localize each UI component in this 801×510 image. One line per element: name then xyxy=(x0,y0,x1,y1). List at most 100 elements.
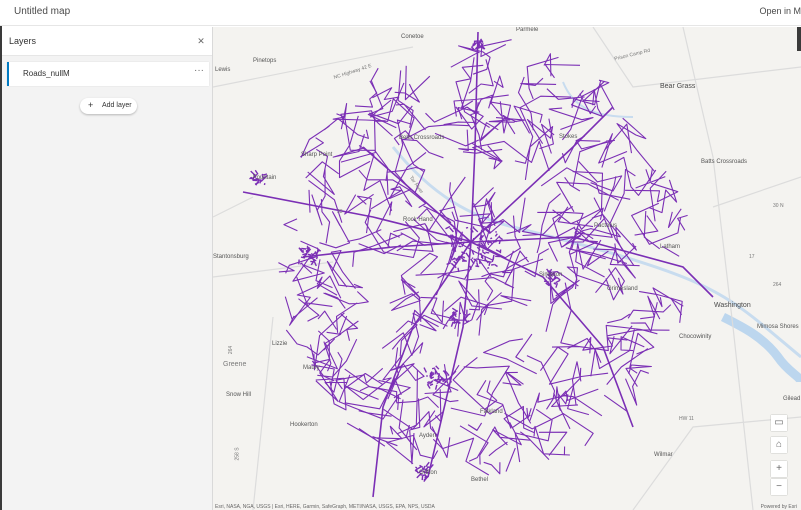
road-segment xyxy=(607,313,631,324)
road-segment xyxy=(546,88,585,100)
open-in-link[interactable]: Open in M xyxy=(759,6,801,16)
place-label: Hookerton xyxy=(290,422,318,428)
road-segment xyxy=(519,431,550,460)
basemap-road xyxy=(712,176,801,208)
road-segment xyxy=(548,107,594,131)
place-label: Greene xyxy=(223,361,247,368)
town-street xyxy=(473,40,476,46)
road-label: 33 xyxy=(337,209,343,215)
town-street xyxy=(254,169,259,175)
layers-panel-title: Layers xyxy=(9,36,37,46)
road-segment xyxy=(616,117,656,173)
town-street xyxy=(479,252,484,258)
town-street xyxy=(457,267,460,273)
plus-icon: + xyxy=(88,100,94,110)
road-segment xyxy=(389,291,421,311)
town-street xyxy=(263,183,266,186)
town-street xyxy=(450,321,454,327)
place-label: Mimosa Shores xyxy=(757,324,799,330)
road-segment xyxy=(615,226,637,251)
town-street xyxy=(550,268,553,271)
road-segment xyxy=(529,392,569,421)
place-label: Stokes xyxy=(559,134,578,140)
town-street xyxy=(458,245,462,248)
road-segment xyxy=(308,189,311,213)
town-street xyxy=(470,258,475,265)
town-street xyxy=(434,384,438,390)
place-label: Fountain xyxy=(253,175,277,181)
home-icon[interactable]: ⌂ xyxy=(771,437,787,453)
road-segment xyxy=(564,176,581,192)
map-view[interactable]: Conetoe Parmele Pinetops Bear Grass Bell… xyxy=(213,27,801,510)
place-label: Lizzie xyxy=(272,341,288,347)
place-label: Chocowinity xyxy=(679,334,712,340)
road-segment xyxy=(338,115,371,179)
road-segment xyxy=(539,346,609,385)
road-segment xyxy=(478,292,502,336)
place-label: Sharp Point xyxy=(301,152,333,158)
add-layer-label: Add layer xyxy=(102,102,132,109)
town-street xyxy=(299,262,303,265)
screen-icon[interactable]: ▭ xyxy=(771,415,787,431)
town-street xyxy=(476,262,479,266)
layer-item[interactable]: Roads_nullM ··· xyxy=(7,62,209,86)
place-label: Latham xyxy=(660,244,681,250)
road-segment xyxy=(578,161,623,192)
road-segment xyxy=(503,405,535,434)
zoom-in-icon[interactable]: + xyxy=(771,461,787,477)
road-segment xyxy=(320,199,331,244)
road-segment xyxy=(283,218,298,232)
road-segment xyxy=(284,296,318,320)
zoom-out-icon[interactable]: − xyxy=(771,479,787,495)
scrollbar[interactable] xyxy=(797,27,801,51)
town-street xyxy=(434,370,437,375)
town-street xyxy=(465,252,470,258)
town-street xyxy=(446,262,451,265)
road-label: 30 N xyxy=(773,203,784,209)
road-segment xyxy=(561,135,585,164)
town-street xyxy=(488,262,491,266)
town-street xyxy=(428,381,433,384)
town-street xyxy=(451,307,458,312)
road-segment xyxy=(432,437,490,476)
town-street xyxy=(469,245,472,248)
layers-panel: Layers ✕ Roads_nullM ··· + Add layer xyxy=(2,27,213,510)
town-street xyxy=(495,249,501,253)
place-label: Grimesland xyxy=(607,286,638,292)
map-canvas[interactable] xyxy=(213,27,801,510)
add-layer-button[interactable]: + Add layer xyxy=(80,98,137,114)
road-segment xyxy=(472,140,550,172)
place-label: Gilead xyxy=(783,396,801,402)
road-segment xyxy=(396,232,442,252)
place-label: Maury xyxy=(303,365,320,371)
road-segment xyxy=(500,295,532,307)
town-street xyxy=(301,247,307,250)
road-segment xyxy=(387,232,400,247)
road-segment xyxy=(483,461,501,475)
powered-by[interactable]: Powered by Esri xyxy=(761,504,797,510)
town-street xyxy=(449,227,454,233)
place-label: Bethel xyxy=(471,477,489,483)
town-street xyxy=(444,370,447,373)
road-segment xyxy=(415,273,447,279)
town-street xyxy=(427,381,430,385)
road-segment xyxy=(409,398,421,465)
road-segment xyxy=(468,59,494,94)
road-label: 264 xyxy=(773,282,782,288)
town-street xyxy=(426,383,431,389)
place-label: Pinetops xyxy=(253,58,277,64)
town-street xyxy=(453,260,457,265)
road-label: 17 xyxy=(749,254,755,260)
town-street xyxy=(481,250,486,255)
town-street xyxy=(494,233,498,237)
road-segment xyxy=(346,422,403,440)
town-street xyxy=(431,367,436,370)
close-icon[interactable]: ✕ xyxy=(196,36,206,46)
road-segment xyxy=(625,364,652,387)
town-street xyxy=(491,257,495,263)
road-segment xyxy=(624,369,649,406)
road-segment xyxy=(631,202,682,245)
more-options-icon[interactable]: ··· xyxy=(194,65,204,76)
town-street xyxy=(465,313,467,319)
road-segment xyxy=(319,211,351,249)
